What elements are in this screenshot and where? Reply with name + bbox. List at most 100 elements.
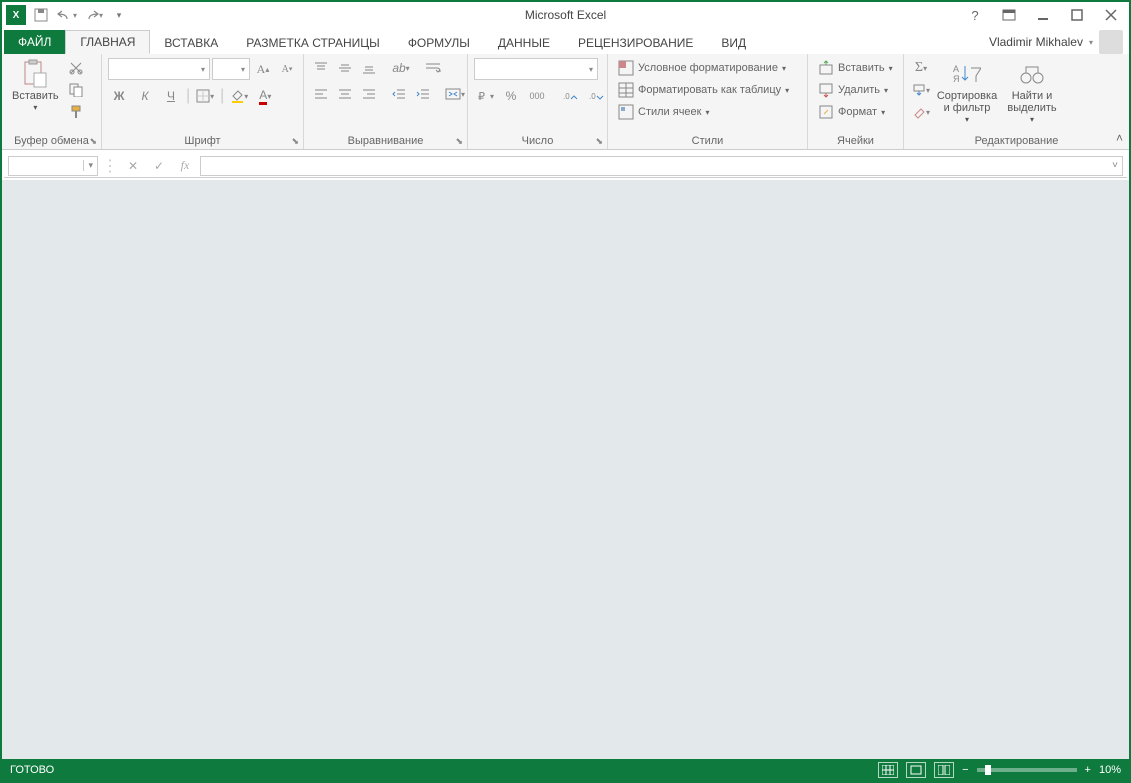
clipboard-icon bbox=[21, 60, 49, 88]
align-right-button[interactable] bbox=[358, 84, 380, 104]
fill-color-button[interactable]: ▾ bbox=[228, 86, 250, 106]
accounting-format-button[interactable]: ₽▾ bbox=[474, 86, 496, 106]
italic-button[interactable]: К bbox=[134, 86, 156, 106]
help-button[interactable]: ? bbox=[961, 5, 989, 25]
number-format-combo[interactable]: ▾ bbox=[474, 58, 598, 80]
underline-button[interactable]: Ч bbox=[160, 86, 182, 106]
clipboard-launcher[interactable]: ⬊ bbox=[89, 136, 97, 147]
wrap-text-button[interactable] bbox=[422, 58, 444, 78]
font-color-button[interactable]: A▾ bbox=[254, 86, 276, 106]
tab-page-layout[interactable]: РАЗМЕТКА СТРАНИЦЫ bbox=[232, 32, 394, 54]
account-name: Vladimir Mikhalev bbox=[989, 35, 1083, 49]
scissors-icon bbox=[69, 61, 83, 75]
decrease-font-button[interactable]: A▾ bbox=[276, 59, 298, 79]
minimize-button[interactable] bbox=[1029, 5, 1057, 25]
cancel-formula-button[interactable]: ✕ bbox=[122, 156, 144, 176]
save-button[interactable] bbox=[30, 4, 52, 26]
cond-format-icon bbox=[618, 60, 634, 76]
svg-text:.0: .0 bbox=[589, 92, 596, 101]
zoom-in-button[interactable]: + bbox=[1085, 764, 1091, 776]
group-number: ▾ ₽▾ % 000 .0 .0 Число⬊ bbox=[468, 54, 608, 149]
name-box[interactable]: ▾ bbox=[8, 156, 98, 176]
currency-icon: ₽ bbox=[476, 89, 490, 103]
redo-button[interactable]: ▾ bbox=[82, 4, 104, 26]
conditional-formatting-button[interactable]: Условное форматирование▾ bbox=[614, 58, 790, 78]
autosum-button[interactable]: Σ▾ bbox=[910, 58, 932, 78]
ribbon-display-button[interactable] bbox=[995, 5, 1023, 25]
font-family-combo[interactable]: ▾ bbox=[108, 58, 210, 80]
sort-filter-icon: АЯ bbox=[953, 60, 981, 88]
align-center-button[interactable] bbox=[334, 84, 356, 104]
align-middle-button[interactable] bbox=[334, 58, 356, 78]
qat-customize-button[interactable]: ▾ bbox=[108, 4, 130, 26]
fill-button[interactable]: ▾ bbox=[910, 80, 932, 100]
page-layout-view-button[interactable] bbox=[906, 762, 926, 778]
insert-cells-button[interactable]: Вставить▾ bbox=[814, 58, 897, 78]
status-ready: ГОТОВО bbox=[10, 764, 54, 776]
cut-button[interactable] bbox=[65, 58, 87, 78]
tab-insert[interactable]: ВСТАВКА bbox=[150, 32, 232, 54]
borders-button[interactable]: ▾ bbox=[194, 86, 216, 106]
undo-button[interactable]: ▾ bbox=[56, 4, 78, 26]
alignment-launcher[interactable]: ⬊ bbox=[455, 136, 463, 147]
group-editing: Σ▾ ▾ ▾ АЯ Сортировка и фильтр▾ Найти и в… bbox=[904, 54, 1129, 149]
format-cells-button[interactable]: Формат▾ bbox=[814, 102, 889, 122]
increase-decimal-button[interactable]: .0 bbox=[560, 86, 582, 106]
close-button[interactable] bbox=[1097, 5, 1125, 25]
comma-button[interactable]: 000 bbox=[526, 86, 548, 106]
tab-review[interactable]: РЕЦЕНЗИРОВАНИЕ bbox=[564, 32, 707, 54]
cell-styles-button[interactable]: Стили ячеек▾ bbox=[614, 102, 714, 122]
tab-formulas[interactable]: ФОРМУЛЫ bbox=[394, 32, 484, 54]
copy-button[interactable] bbox=[65, 80, 87, 100]
workspace[interactable] bbox=[2, 180, 1129, 759]
enter-formula-button[interactable]: ✓ bbox=[148, 156, 170, 176]
collapse-ribbon-button[interactable]: ˄ bbox=[1116, 131, 1123, 145]
expand-formula-bar-button[interactable]: ˅ bbox=[1108, 160, 1122, 171]
decrease-decimal-button[interactable]: .0 bbox=[586, 86, 608, 106]
tab-home[interactable]: ГЛАВНАЯ bbox=[65, 30, 150, 54]
increase-indent-button[interactable] bbox=[412, 84, 434, 104]
increase-font-button[interactable]: A▴ bbox=[252, 59, 274, 79]
account-menu[interactable]: Vladimir Mikhalev ▾ bbox=[989, 30, 1123, 54]
svg-text:Я: Я bbox=[953, 74, 960, 84]
zoom-out-button[interactable]: − bbox=[962, 764, 968, 776]
align-top-button[interactable] bbox=[310, 58, 332, 78]
merge-button[interactable]: ▾ bbox=[444, 84, 466, 104]
font-launcher[interactable]: ⬊ bbox=[291, 136, 299, 147]
eraser-icon bbox=[912, 105, 926, 119]
find-select-button[interactable]: Найти и выделить▾ bbox=[1002, 58, 1062, 127]
bold-button[interactable]: Ж bbox=[108, 86, 130, 106]
orientation-button[interactable]: ab▾ bbox=[390, 58, 412, 78]
tab-data[interactable]: ДАННЫЕ bbox=[484, 32, 564, 54]
tab-view[interactable]: ВИД bbox=[707, 32, 760, 54]
number-launcher[interactable]: ⬊ bbox=[595, 136, 603, 147]
align-bottom-icon bbox=[362, 61, 376, 75]
clear-button[interactable]: ▾ bbox=[910, 102, 932, 122]
tab-file[interactable]: ФАЙЛ bbox=[4, 30, 65, 54]
avatar-icon bbox=[1099, 30, 1123, 54]
status-bar: ГОТОВО − + 10% bbox=[2, 759, 1129, 781]
delete-cells-button[interactable]: Удалить▾ bbox=[814, 80, 892, 100]
maximize-button[interactable] bbox=[1063, 5, 1091, 25]
title-bar: X ▾ ▾ ▾ Microsoft Excel ? bbox=[2, 2, 1129, 28]
group-cells: Вставить▾ Удалить▾ Формат▾ Ячейки bbox=[808, 54, 904, 149]
format-as-table-button[interactable]: Форматировать как таблицу▾ bbox=[614, 80, 793, 100]
svg-text:А: А bbox=[953, 64, 959, 74]
zoom-slider[interactable] bbox=[977, 768, 1077, 772]
align-left-button[interactable] bbox=[310, 84, 332, 104]
formula-input[interactable]: ˅ bbox=[200, 156, 1123, 176]
page-break-view-button[interactable] bbox=[934, 762, 954, 778]
percent-button[interactable]: % bbox=[500, 86, 522, 106]
decrease-indent-button[interactable] bbox=[388, 84, 410, 104]
indent-icon bbox=[416, 87, 430, 101]
zoom-level[interactable]: 10% bbox=[1099, 764, 1121, 776]
align-left-icon bbox=[314, 87, 328, 101]
normal-view-button[interactable] bbox=[878, 762, 898, 778]
format-painter-button[interactable] bbox=[65, 102, 87, 122]
paste-button[interactable]: Вставить ▾ bbox=[8, 58, 63, 115]
merge-icon bbox=[445, 87, 461, 101]
insert-function-button[interactable]: fx bbox=[174, 156, 196, 176]
sort-filter-button[interactable]: АЯ Сортировка и фильтр▾ bbox=[934, 58, 1000, 127]
align-bottom-button[interactable] bbox=[358, 58, 380, 78]
font-size-combo[interactable]: ▾ bbox=[212, 58, 250, 80]
